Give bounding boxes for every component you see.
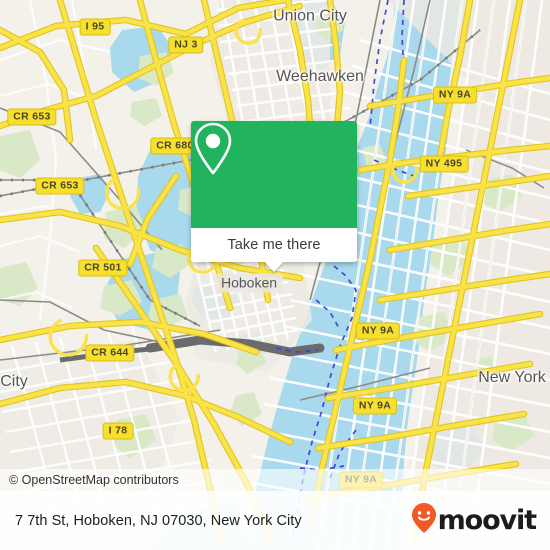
road-shield-ny9a-a: NY 9A — [432, 86, 478, 104]
map-canvas[interactable]: Union City Weehawken Hoboken City New Yo… — [0, 0, 550, 550]
address-label: 7 7th St, Hoboken, NJ 07030, New York Ci… — [15, 512, 302, 529]
place-label-weehawken: Weehawken — [276, 68, 364, 85]
footer-bar: 7 7th St, Hoboken, NJ 07030, New York Ci… — [0, 491, 550, 550]
destination-popup-card[interactable]: Take me there — [191, 121, 357, 272]
moovit-logo[interactable]: moovit — [411, 502, 538, 539]
take-me-there-button[interactable]: Take me there — [191, 228, 357, 272]
road-shield-cr653-b: CR 653 — [35, 177, 85, 195]
place-label-hoboken: Hoboken — [214, 273, 284, 293]
road-shield-i95: I 95 — [79, 18, 111, 36]
place-label-new-york: New York — [478, 369, 546, 386]
road-shield-nj3: NJ 3 — [168, 36, 204, 54]
road-shield-cr501: CR 501 — [78, 259, 128, 277]
popup-header — [191, 121, 357, 228]
road-shield-ny9a-b: NY 9A — [355, 322, 401, 340]
road-shield-ny9a-c: NY 9A — [352, 397, 398, 415]
place-label-jersey-city: City — [0, 373, 28, 390]
take-me-there-label: Take me there — [227, 237, 321, 253]
moovit-smiley-pin-icon — [411, 502, 437, 539]
place-label-union-city: Union City — [273, 7, 347, 25]
popup-tail — [265, 262, 283, 272]
moovit-wordmark: moovit — [437, 505, 538, 536]
map-attribution[interactable]: © OpenStreetMap contributors — [0, 469, 550, 491]
moovit-map-screenshot: Union City Weehawken Hoboken City New Yo… — [0, 0, 550, 550]
road-shield-cr653-a: CR 653 — [7, 108, 57, 126]
road-shield-ny495: NY 495 — [419, 155, 469, 173]
osm-attribution-text: © OpenStreetMap contributors — [9, 473, 179, 487]
road-shield-cr644: CR 644 — [85, 344, 135, 362]
road-shield-i78: I 78 — [102, 422, 134, 440]
